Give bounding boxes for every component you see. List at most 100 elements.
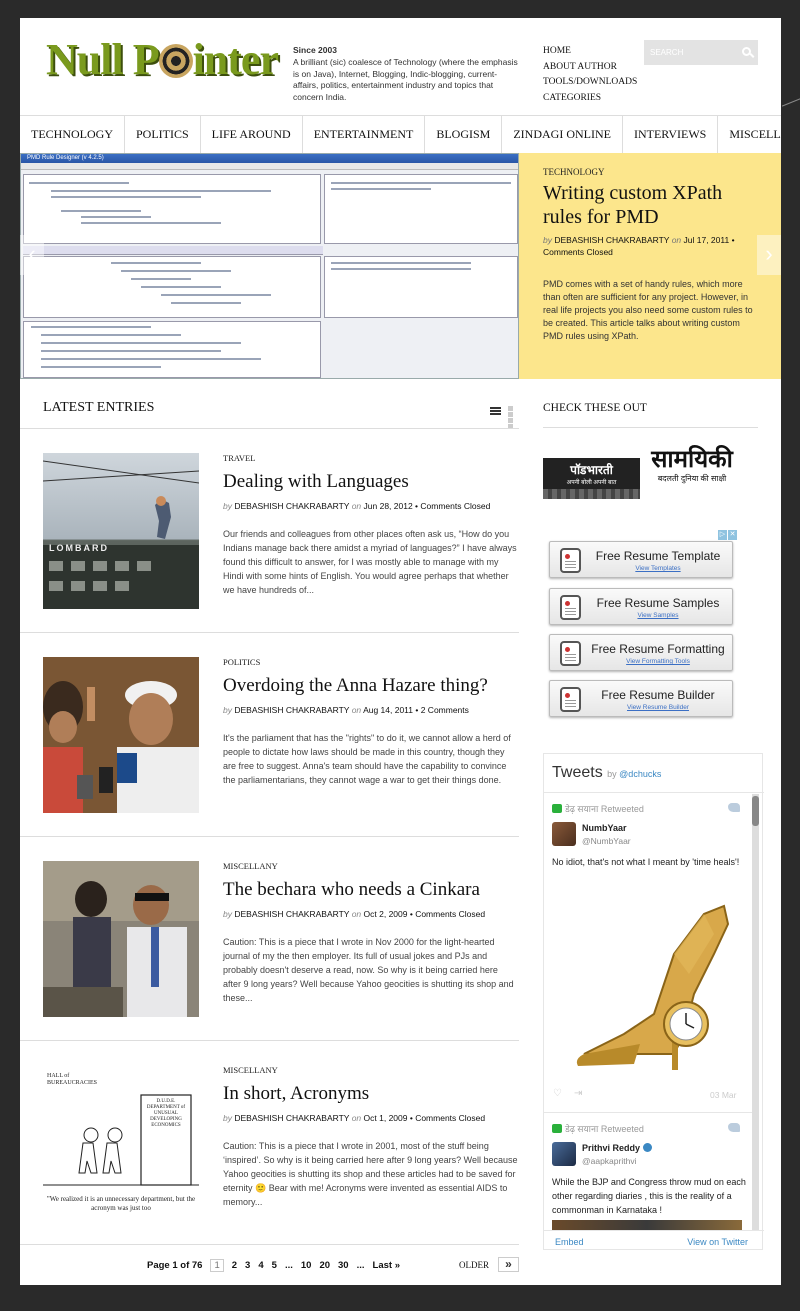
page-link-last[interactable]: Last »	[373, 1260, 400, 1271]
screenshot-results-pane	[324, 256, 518, 318]
entry-thumbnail[interactable]	[43, 861, 199, 1017]
entry-meta: by DEBASHISH CHAKRABARTY on Jun 28, 2012…	[223, 501, 491, 511]
slider-prev-arrow-icon[interactable]: ‹	[20, 235, 44, 275]
ad-button-resume-formatting[interactable]: Free Resume Formatting View Formatting T…	[549, 634, 733, 671]
entry-comments[interactable]: Comments Closed	[415, 909, 485, 919]
entry-comments[interactable]: 2 Comments	[421, 705, 469, 715]
nav-zindagi-online[interactable]: ZINDAGI ONLINE	[502, 116, 623, 153]
ad-button-resume-template[interactable]: Free Resume Template View Templates	[549, 541, 733, 578]
nav-interviews[interactable]: INTERVIEWS	[623, 116, 719, 153]
embed-link[interactable]: Embed	[555, 1237, 584, 1247]
tweets-scrollbar[interactable]	[752, 794, 759, 1230]
featured-image[interactable]: PMD Rule Designer (v 4.2.5)	[20, 153, 519, 379]
thumb-sign-text: LOMBARD	[49, 543, 109, 553]
top-link-about-author[interactable]: ABOUT AUTHOR	[543, 60, 637, 76]
entry-title[interactable]: In short, Acronyms	[223, 1083, 369, 1105]
tweet-author-name[interactable]: NumbYaar	[582, 823, 627, 833]
like-icon[interactable]: ♡	[553, 1088, 562, 1099]
grid-view-icon[interactable]	[508, 406, 519, 429]
nav-blogism[interactable]: BLOGISM	[425, 116, 503, 153]
entry-category[interactable]: POLITICS	[223, 657, 260, 667]
entry-author[interactable]: DEBASHISH CHAKRABARTY	[234, 705, 349, 715]
resume-doc-icon	[560, 548, 581, 573]
entry-category[interactable]: MISCELLANY	[223, 861, 278, 871]
entry-title[interactable]: The bechara who needs a Cinkara	[223, 879, 480, 901]
retweet-label: डेढ़ सयाना Retweeted	[552, 1122, 644, 1135]
featured-comments[interactable]: Comments Closed	[543, 247, 613, 257]
page-link[interactable]: 20	[319, 1260, 330, 1271]
site-logo[interactable]: Null Pinter	[46, 34, 279, 85]
samayiki-banner[interactable]: सामयिकी बदलती दुनिया की साक्षी	[644, 446, 740, 484]
top-link-categories[interactable]: CATEGORIES	[543, 91, 637, 107]
entry-thumbnail[interactable]: HALL of BUREAUCRACIES D.U.D.E. DEPARTMEN…	[43, 1065, 199, 1221]
page-link[interactable]: 30	[338, 1260, 349, 1271]
entry-title[interactable]: Overdoing the Anna Hazare thing?	[223, 675, 488, 697]
twitter-bird-icon[interactable]	[728, 803, 740, 812]
nav-politics[interactable]: POLITICS	[125, 116, 201, 153]
tweet-media-image[interactable]	[564, 894, 734, 1074]
ad-choices-icon[interactable]: ▷ ✕	[717, 530, 737, 540]
entry-comments[interactable]: Comments Closed	[415, 1113, 485, 1123]
entry-item: MISCELLANY The bechara who needs a Cinka…	[20, 837, 519, 1041]
ad-button-resume-builder[interactable]: Free Resume Builder View Resume Builder	[549, 680, 733, 717]
entry-author[interactable]: DEBASHISH CHAKRABARTY	[234, 1113, 349, 1123]
tweet-media-image[interactable]	[552, 1220, 742, 1230]
page-link[interactable]: 2	[232, 1260, 237, 1271]
page-current: 1	[210, 1259, 224, 1272]
entry-meta: by DEBASHISH CHAKRABARTY on Oct 1, 2009 …	[223, 1113, 486, 1123]
search-input[interactable]	[644, 40, 734, 65]
older-link[interactable]: OLDER	[459, 1260, 489, 1270]
tweets-handle-link[interactable]: @dchucks	[619, 769, 661, 779]
nav-entertainment[interactable]: ENTERTAINMENT	[303, 116, 426, 153]
podbharati-banner[interactable]: पॉडभारती अपनी बोली अपनी बात	[543, 458, 640, 499]
twitter-widget: Tweets by @dchucks डेढ़ सयाना Retweeted …	[543, 753, 764, 1250]
entry-category[interactable]: MISCELLANY	[223, 1065, 278, 1075]
share-icon[interactable]: ⇥	[574, 1088, 582, 1099]
entry-author[interactable]: DEBASHISH CHAKRABARTY	[234, 501, 349, 511]
entry-comments[interactable]: Comments Closed	[420, 501, 490, 511]
tweet-author-handle[interactable]: @aapkaprithvi	[582, 1156, 636, 1166]
page-ellipsis: ...	[356, 1260, 365, 1271]
top-link-tools-downloads[interactable]: TOOLS/DOWNLOADS	[543, 75, 637, 91]
since-text: Since 2003	[293, 45, 337, 55]
featured-author[interactable]: DEBASHISH CHAKRABARTY	[554, 235, 669, 245]
featured-date: Jul 17, 2011	[683, 235, 730, 245]
entry-author[interactable]: DEBASHISH CHAKRABARTY	[234, 909, 349, 919]
entry-thumbnail[interactable]	[43, 657, 199, 813]
entry-date: Aug 14, 2011	[363, 705, 414, 715]
view-on-twitter-link[interactable]: View on Twitter	[687, 1237, 748, 1247]
avatar[interactable]	[552, 822, 576, 846]
cartoon-door-text: D.U.D.E. DEPARTMENT of UNUSUAL DEVELOPIN…	[146, 1099, 186, 1128]
list-view-icon[interactable]	[490, 407, 501, 416]
entry-title[interactable]: Dealing with Languages	[223, 471, 409, 493]
tweet-author-name[interactable]: Prithvi Reddy	[582, 1143, 653, 1153]
tram-wires-image	[43, 460, 199, 609]
entry-category[interactable]: TRAVEL	[223, 453, 255, 463]
entry-meta: by DEBASHISH CHAKRABARTY on Aug 14, 2011…	[223, 705, 469, 715]
featured-excerpt: PMD comes with a set of handy rules, whi…	[543, 279, 753, 341]
entry-excerpt: Caution: This is a piece that I wrote in…	[223, 1141, 518, 1207]
search-icon[interactable]	[742, 47, 751, 56]
page-link[interactable]: 3	[245, 1260, 250, 1271]
latest-entries-heading: LATEST ENTRIES	[43, 400, 155, 415]
older-arrow-icon[interactable]: »	[498, 1257, 519, 1272]
page-link[interactable]: 5	[272, 1260, 277, 1271]
nav-technology[interactable]: TECHNOLOGY	[20, 116, 125, 153]
nav-miscellany[interactable]: MISCELLANY	[718, 116, 781, 153]
page-link[interactable]: 10	[301, 1260, 312, 1271]
tweet-author-handle[interactable]: @NumbYaar	[582, 836, 631, 846]
featured-title[interactable]: Writing custom XPath rules for PMD	[543, 181, 757, 229]
page-ellipsis: ...	[284, 1260, 293, 1271]
ad-button-resume-samples[interactable]: Free Resume Samples View Samples	[549, 588, 733, 625]
page-link[interactable]: 4	[258, 1260, 263, 1271]
tweet-date[interactable]: 03 Mar	[710, 1090, 736, 1100]
retweet-icon	[552, 804, 562, 813]
twitter-bird-icon[interactable]	[728, 1123, 740, 1132]
nav-life-around[interactable]: LIFE AROUND	[201, 116, 303, 153]
avatar[interactable]	[552, 1142, 576, 1166]
slider-next-arrow-icon[interactable]: ›	[757, 235, 781, 275]
featured-category[interactable]: TECHNOLOGY	[543, 167, 757, 177]
entry-thumbnail[interactable]: LOMBARD	[43, 453, 199, 609]
target-icon	[158, 44, 193, 78]
top-link-home[interactable]: HOME	[543, 44, 637, 60]
